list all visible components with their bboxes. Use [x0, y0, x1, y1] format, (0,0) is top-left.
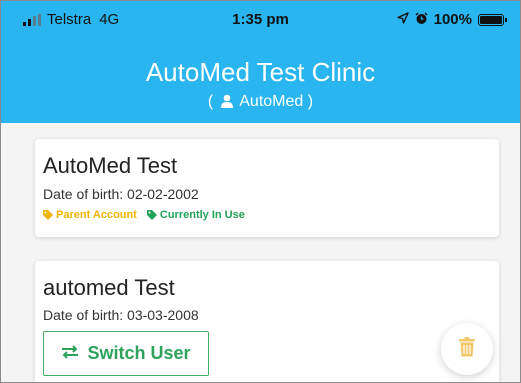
switch-arrows-icon [61, 343, 79, 364]
profile-name: automed Test [43, 275, 175, 300]
tag-icon [146, 210, 157, 220]
tag-label: Parent Account [56, 209, 137, 221]
subtitle-paren-close: ) [307, 93, 314, 110]
profile-dob: Date of birth: 02-02-2002 [43, 186, 199, 202]
profile-tags: Parent Account Currently In Use [43, 209, 245, 221]
account-subtitle: ( AutoMed ) [1, 93, 520, 113]
switch-user-label: Switch User [87, 343, 191, 363]
tag-label: Currently In Use [159, 209, 245, 221]
profile-card[interactable]: automed Test Date of birth: 03-03-2008 S… [35, 261, 499, 382]
subtitle-paren-open: ( [207, 93, 214, 110]
location-arrow-icon [396, 12, 409, 27]
delete-fab-button[interactable] [441, 323, 493, 375]
currently-in-use-tag: Currently In Use [146, 209, 245, 221]
battery-percent: 100% [433, 11, 472, 28]
alarm-icon [415, 11, 428, 28]
profile-dob: Date of birth: 03-03-2008 [43, 307, 199, 323]
app-header: Telstra 4G 1:35 pm 100% AutoMed Test Cli… [1, 1, 520, 123]
switch-user-button[interactable]: Switch User [43, 331, 209, 376]
page-title: AutoMed Test Clinic [145, 57, 376, 87]
battery-icon [478, 13, 507, 26]
status-right: 100% [396, 11, 507, 28]
tag-icon [43, 210, 53, 220]
profile-card[interactable]: AutoMed Test Date of birth: 02-02-2002 P… [35, 139, 499, 237]
subtitle-user-name: AutoMed [239, 93, 304, 110]
profile-name: AutoMed Test [43, 153, 178, 178]
user-icon [220, 94, 234, 113]
parent-account-tag: Parent Account [43, 209, 137, 221]
app-screen: Telstra 4G 1:35 pm 100% AutoMed Test Cli… [0, 0, 521, 383]
trash-icon [459, 336, 475, 362]
status-bar: Telstra 4G 1:35 pm 100% [1, 1, 520, 37]
